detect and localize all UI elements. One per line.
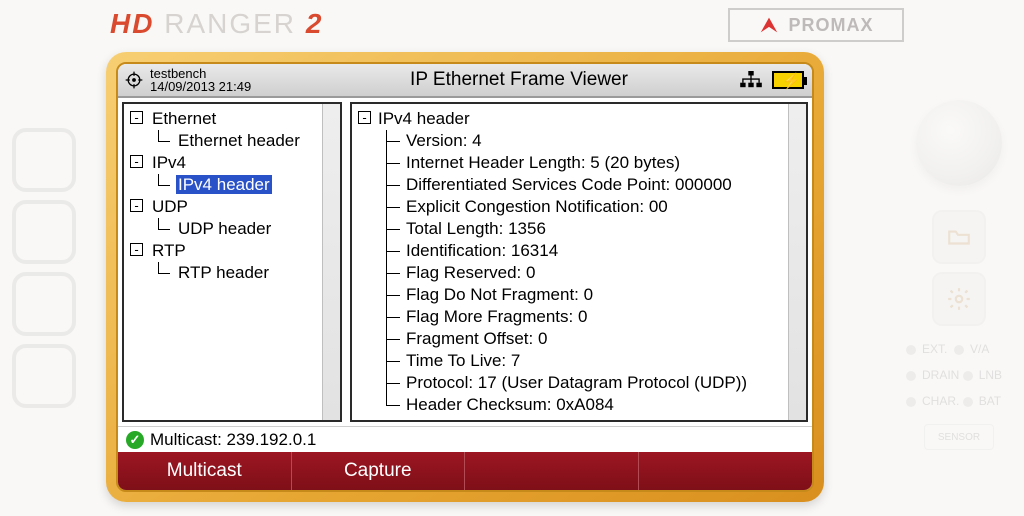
tab-multicast[interactable]: Multicast — [118, 452, 292, 490]
rotary-dial — [916, 100, 1002, 186]
detail-field[interactable]: Explicit Congestion Notification: 00 — [386, 196, 784, 218]
brand-logo-right: PROMAX — [728, 8, 904, 42]
detail-field[interactable]: Version: 4 — [386, 130, 784, 152]
window-title: IP Ethernet Frame Viewer — [298, 69, 740, 91]
tab-capture[interactable]: Capture — [292, 452, 466, 490]
detail-field[interactable]: Identification: 16314 — [386, 240, 784, 262]
detail-field[interactable]: Fragment Offset: 0 — [386, 328, 784, 350]
status-text: Multicast: 239.192.0.1 — [150, 430, 316, 450]
datetime: 14/09/2013 21:49 — [150, 80, 251, 93]
scrollbar[interactable] — [788, 104, 806, 420]
tree-node-rtp-header[interactable]: RTP header — [150, 262, 318, 284]
tree-node-udp[interactable]: - UDP UDP header — [130, 196, 318, 240]
left-hardware-buttons — [0, 120, 90, 480]
tree-node-ethernet-header[interactable]: Ethernet header — [150, 130, 318, 152]
collapse-icon[interactable]: - — [130, 199, 143, 212]
brand-logo-left: HD RANGER 2 — [110, 8, 323, 40]
collapse-icon[interactable]: - — [130, 111, 143, 124]
network-icon — [740, 71, 762, 89]
detail-pane: - IPv4 header Version: 4Internet Header … — [350, 102, 808, 422]
tree-node-rtp[interactable]: - RTP RTP header — [130, 240, 318, 284]
detail-field[interactable]: Flag Do Not Fragment: 0 — [386, 284, 784, 306]
protocol-tree-pane: - Ethernet Ethernet header - IPv4 IPv4 h… — [122, 102, 342, 422]
detail-field[interactable]: Differentiated Services Code Point: 0000… — [386, 174, 784, 196]
detail-heading[interactable]: - IPv4 header — [358, 108, 784, 130]
detail-field[interactable]: Header Checksum: 0xA084 — [386, 394, 784, 416]
detail-field[interactable]: Time To Live: 7 — [386, 350, 784, 372]
check-icon: ✓ — [126, 431, 144, 449]
detail-field[interactable]: Flag Reserved: 0 — [386, 262, 784, 284]
status-bar: ✓ Multicast: 239.192.0.1 — [118, 426, 812, 452]
battery-icon: ⚡ — [772, 71, 804, 89]
folder-button — [932, 210, 986, 264]
gear-button — [932, 272, 986, 326]
tree-node-udp-header[interactable]: UDP header — [150, 218, 318, 240]
collapse-icon[interactable]: - — [358, 111, 371, 124]
right-hardware-controls: EXT. V/A DRAIN LNB CHAR. BAT SENSOR — [894, 100, 1024, 500]
tree-node-ethernet[interactable]: - Ethernet Ethernet header — [130, 108, 318, 152]
tree-node-ipv4[interactable]: - IPv4 IPv4 header — [130, 152, 318, 196]
collapse-icon[interactable]: - — [130, 155, 143, 168]
detail-field[interactable]: Protocol: 17 (User Datagram Protocol (UD… — [386, 372, 784, 394]
crosshair-icon — [124, 70, 144, 90]
collapse-icon[interactable]: - — [130, 243, 143, 256]
device-bezel: testbench 14/09/2013 21:49 IP Ethernet F… — [106, 52, 824, 502]
screen: testbench 14/09/2013 21:49 IP Ethernet F… — [116, 62, 814, 492]
title-bar: testbench 14/09/2013 21:49 IP Ethernet F… — [118, 64, 812, 98]
detail-field[interactable]: Internet Header Length: 5 (20 bytes) — [386, 152, 784, 174]
tree-node-ipv4-header[interactable]: IPv4 header — [150, 174, 318, 196]
tab-empty-2[interactable] — [639, 452, 813, 490]
detail-field[interactable]: Total Length: 1356 — [386, 218, 784, 240]
scrollbar[interactable] — [322, 104, 340, 420]
detail-field[interactable]: Flag More Fragments: 0 — [386, 306, 784, 328]
tab-empty-1[interactable] — [465, 452, 639, 490]
sensor-button: SENSOR — [924, 424, 994, 450]
bottom-tab-bar: Multicast Capture — [118, 452, 812, 490]
